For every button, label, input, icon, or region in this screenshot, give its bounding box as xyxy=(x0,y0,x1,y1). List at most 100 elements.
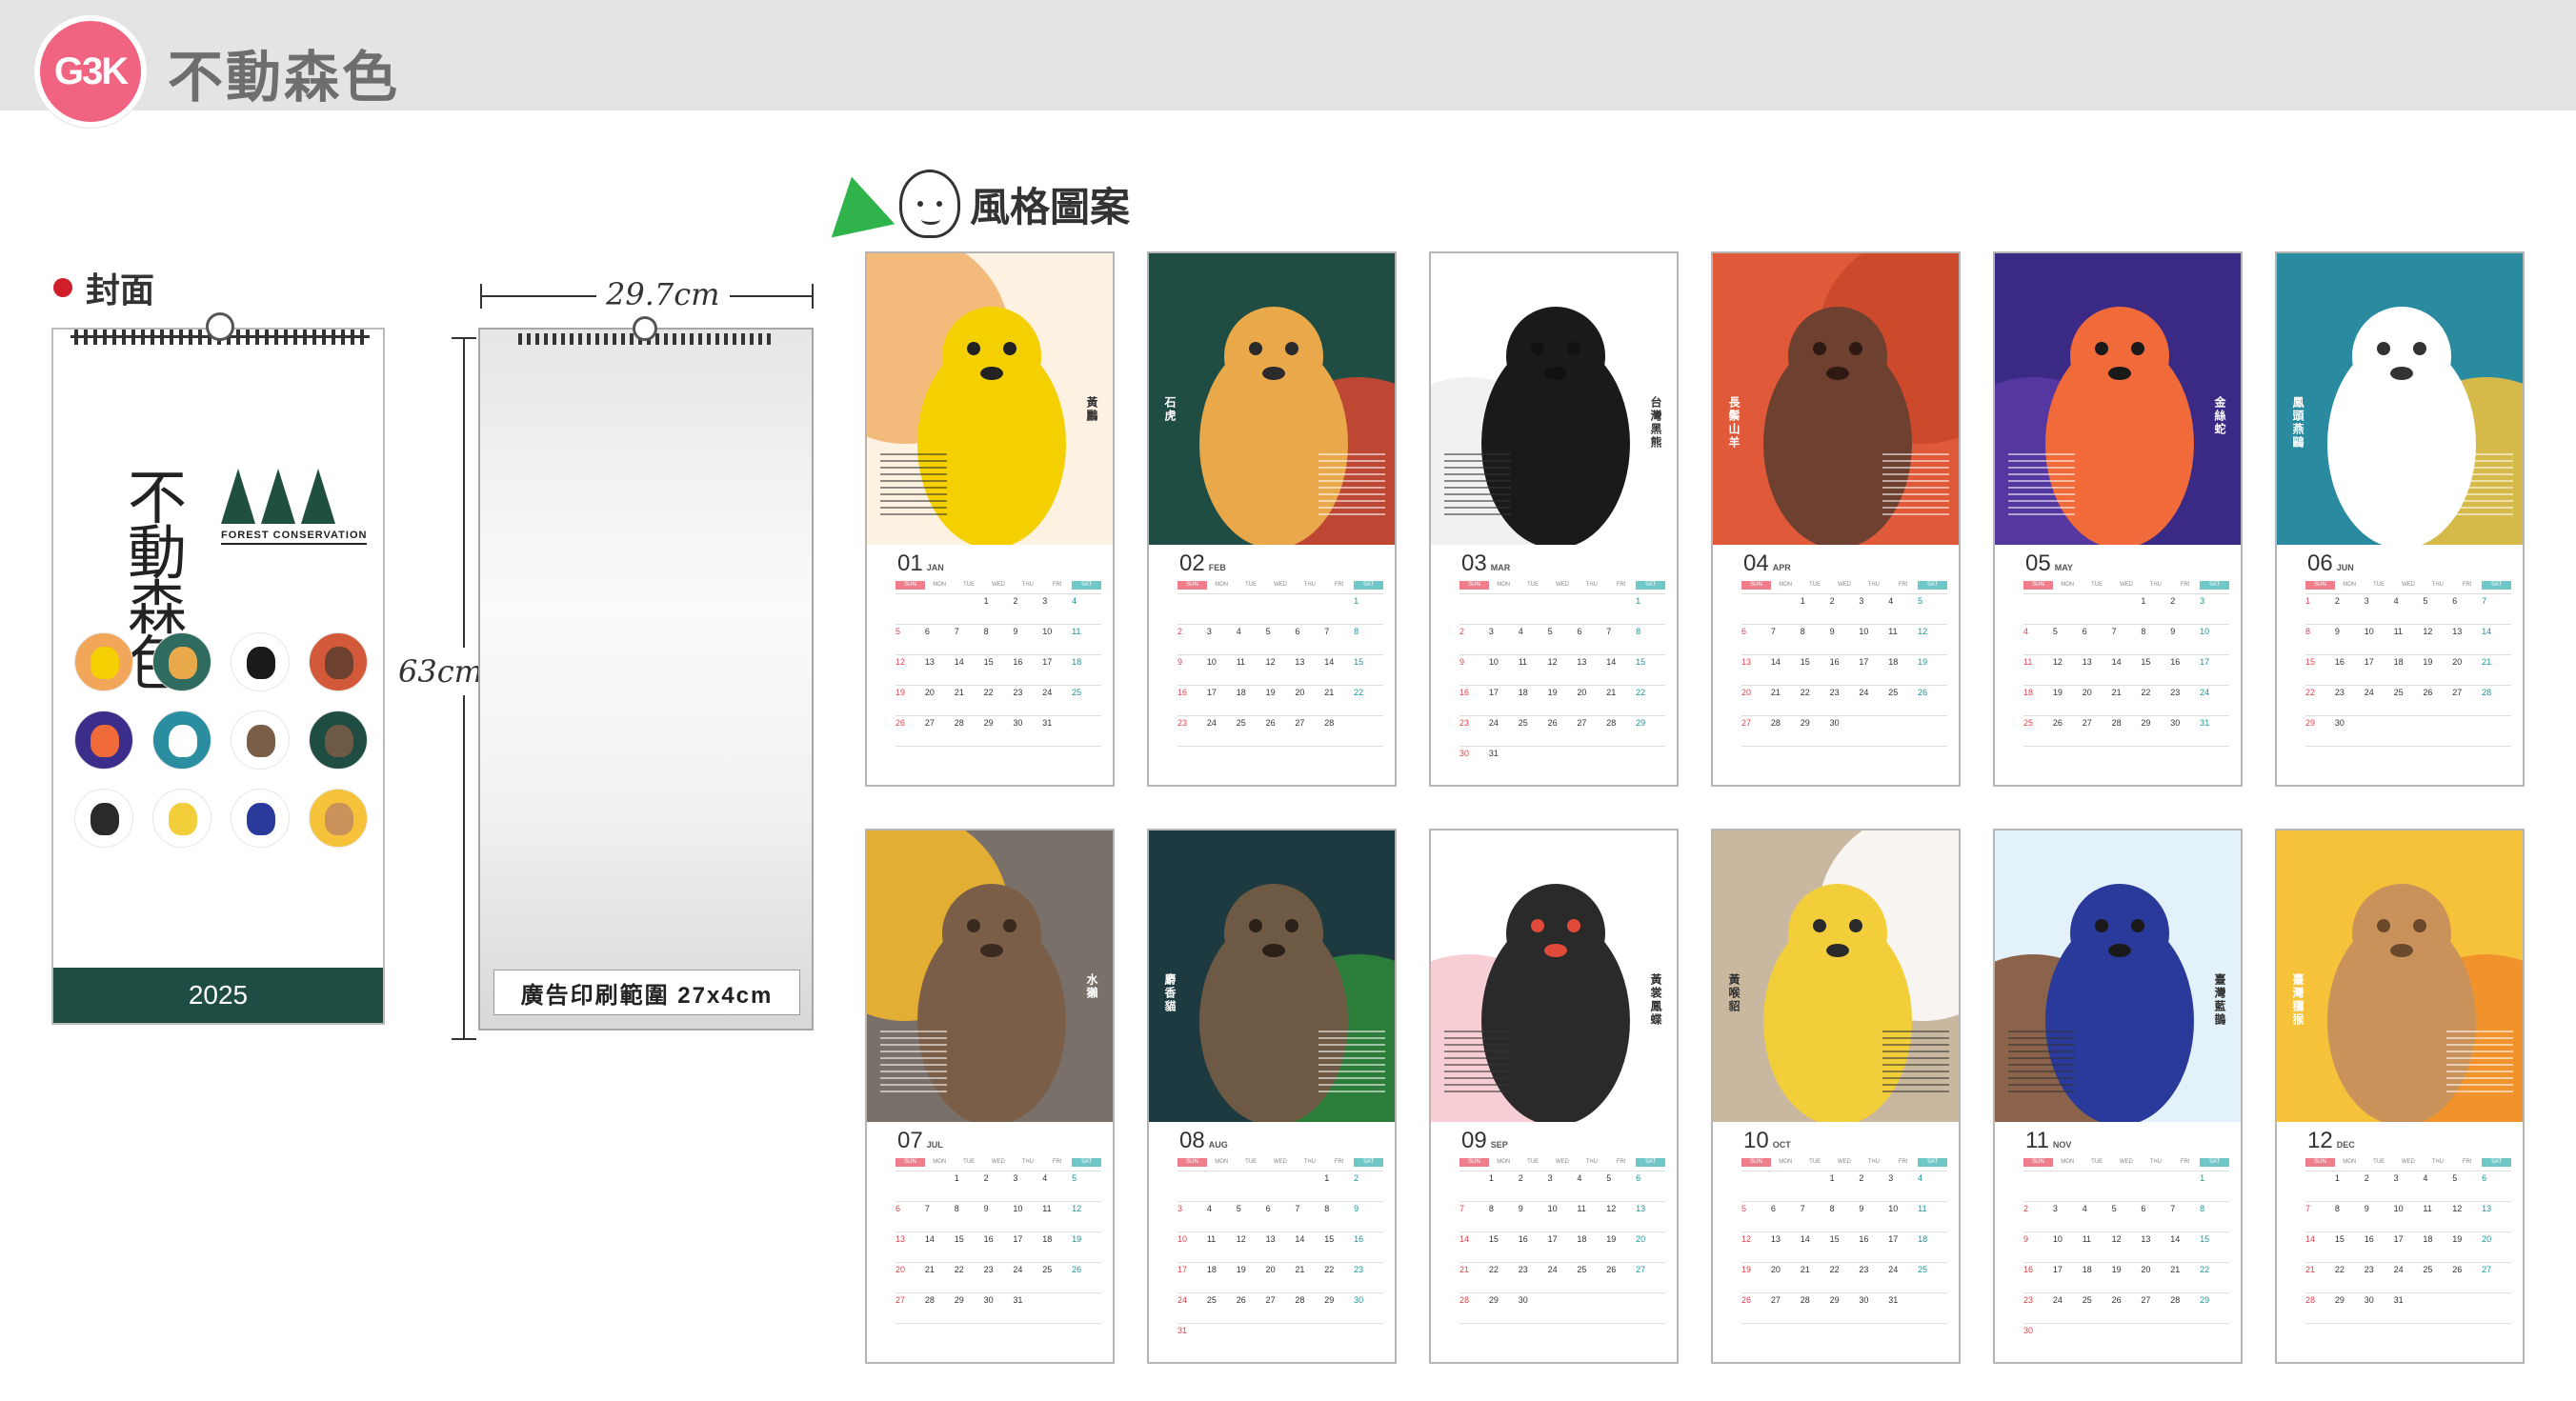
calendar-grid: SUN MON TUE WED THU FRI SAT 1 2 3 4 5 6 7 8 9 10 11 12 13 14… xyxy=(1459,1158,1665,1342)
day-cell: 9 xyxy=(983,1201,1014,1220)
day-cell: 22 xyxy=(2305,685,2335,704)
day-cell: 25 xyxy=(2393,685,2424,704)
day-cell: 30 xyxy=(1013,715,1043,734)
day-cell: 10 xyxy=(2052,1231,2083,1251)
day-cell xyxy=(2423,715,2453,734)
day-cell xyxy=(2334,746,2365,765)
weekday-label: SUN xyxy=(1741,1158,1771,1167)
day-cell: 27 xyxy=(2482,1262,2511,1281)
animal-name: 黃喉貂 xyxy=(1727,973,1741,1013)
day-cell: 7 xyxy=(2170,1201,2201,1220)
g3k-logo: G3K xyxy=(34,15,147,128)
day-cell xyxy=(1577,746,1607,765)
style-section-title: 風格圖案 xyxy=(970,184,1131,230)
animal-name: 台灣黑熊 xyxy=(1649,396,1662,450)
day-cell: 23 xyxy=(1013,685,1043,704)
day-cell: 23 xyxy=(2334,685,2365,704)
weekday-label: TUE xyxy=(1245,582,1258,588)
day-cell xyxy=(1236,1171,1266,1190)
animal-name: 黃裳鳳蝶 xyxy=(1649,973,1662,1027)
day-cell xyxy=(2364,715,2394,734)
weekday-label: FRI xyxy=(1898,1159,1908,1165)
day-cell xyxy=(1042,746,1073,765)
day-cell xyxy=(1518,593,1548,612)
day-cell: 6 xyxy=(2082,624,2112,643)
day-cell: 2 xyxy=(1459,624,1489,643)
month-abbr: MAR xyxy=(1490,563,1511,572)
day-cell: 13 xyxy=(2452,624,2483,643)
style-section-heading: 風格圖案 xyxy=(819,170,1131,238)
month-abbr: APR xyxy=(1772,563,1791,572)
day-cell: 21 xyxy=(1459,1262,1489,1281)
weekday-label: THU xyxy=(1021,1159,1035,1165)
day-cell: 3 xyxy=(2200,593,2229,612)
day-cell: 27 xyxy=(2141,1292,2171,1311)
day-cell: 25 xyxy=(1042,1262,1073,1281)
day-cell: 26 xyxy=(1265,715,1296,734)
day-cell xyxy=(1072,1323,1101,1342)
day-cell: 30 xyxy=(2334,715,2365,734)
month-abbr: SEP xyxy=(1490,1140,1508,1150)
weekday-label: SUN xyxy=(2023,581,2053,590)
day-cell: 15 xyxy=(954,1231,984,1251)
animal-description-block xyxy=(1318,1031,1385,1097)
weekday-label: WED xyxy=(2119,1159,2133,1165)
day-cell: 17 xyxy=(1488,685,1519,704)
weekday-label: FRI xyxy=(2180,582,2190,588)
weekday-label: SAT xyxy=(1354,1158,1383,1167)
calendar-grid: SUN MON TUE WED THU FRI SAT 1 2 3 4 5 6 7 8 9 10 11 12 13 14… xyxy=(2023,1158,2229,1342)
day-cell: 18 xyxy=(1042,1231,1073,1251)
day-cell: 15 xyxy=(1829,1231,1860,1251)
animal-description-block xyxy=(2008,1031,2075,1097)
month-number: 02 xyxy=(1179,550,1205,576)
weekday-label: SAT xyxy=(2200,1158,2229,1167)
month-header: 02 FEB xyxy=(1179,550,1226,577)
day-cell xyxy=(1295,1171,1325,1190)
day-cell: 7 xyxy=(2482,593,2511,612)
day-cell xyxy=(1829,1323,1860,1342)
day-cell: 21 xyxy=(1606,685,1637,704)
day-cell: 22 xyxy=(1324,1262,1355,1281)
day-cell: 22 xyxy=(2200,1262,2229,1281)
day-cell: 3 xyxy=(1859,593,1889,612)
weekday-label: TUE xyxy=(1527,582,1540,588)
day-cell xyxy=(2305,1171,2335,1190)
day-cell: 19 xyxy=(2111,1262,2142,1281)
day-cell: 21 xyxy=(1800,1262,1830,1281)
weekday-label: MON xyxy=(1497,582,1511,588)
month-abbr: OCT xyxy=(1772,1140,1791,1150)
day-cell: 28 xyxy=(1459,1292,1489,1311)
weekday-label: WED xyxy=(2119,582,2133,588)
calendar-grid: SUN MON TUE WED THU FRI SAT 1 2 3 4 5 6 7 8 9 10 11 12 13 14… xyxy=(2023,581,2229,765)
day-cell: 22 xyxy=(1800,685,1830,704)
weekday-label: SAT xyxy=(1636,1158,1665,1167)
day-cell xyxy=(924,1323,955,1342)
day-cell: 8 xyxy=(1636,624,1665,643)
day-cell xyxy=(1606,746,1637,765)
month-card: 黃裳鳳蝶 09 SEP SUN MON TUE WED THU FRI SAT 1 2 3 4 5 6 7 8 9 1… xyxy=(1429,829,1679,1364)
day-cell: 12 xyxy=(1918,624,1947,643)
month-header: 04 APR xyxy=(1743,550,1791,577)
day-cell xyxy=(2082,1323,2112,1342)
day-cell: 27 xyxy=(2452,685,2483,704)
day-cell: 23 xyxy=(2023,1292,2053,1311)
day-cell xyxy=(2141,746,2171,765)
weekday-label: THU xyxy=(2431,1159,2445,1165)
day-cell: 4 xyxy=(1072,593,1101,612)
day-cell: 24 xyxy=(1206,715,1237,734)
day-cell: 24 xyxy=(1888,1262,1919,1281)
cover-page: 不動森色 FOREST CONSERVATION 2025 xyxy=(51,312,385,1025)
day-cell xyxy=(1918,715,1947,734)
day-cell: 1 xyxy=(2334,1171,2365,1190)
weekday-label: THU xyxy=(1021,582,1035,588)
day-cell: 28 xyxy=(1606,715,1637,734)
day-cell: 11 xyxy=(2023,654,2053,673)
day-cell: 19 xyxy=(1072,1231,1101,1251)
day-cell: 29 xyxy=(2305,715,2335,734)
day-cell: 16 xyxy=(1829,654,1860,673)
day-cell xyxy=(1829,746,1860,765)
day-cell: 7 xyxy=(924,1201,955,1220)
day-cell: 21 xyxy=(2305,1262,2335,1281)
day-cell xyxy=(1324,1323,1355,1342)
day-cell: 14 xyxy=(1770,654,1801,673)
